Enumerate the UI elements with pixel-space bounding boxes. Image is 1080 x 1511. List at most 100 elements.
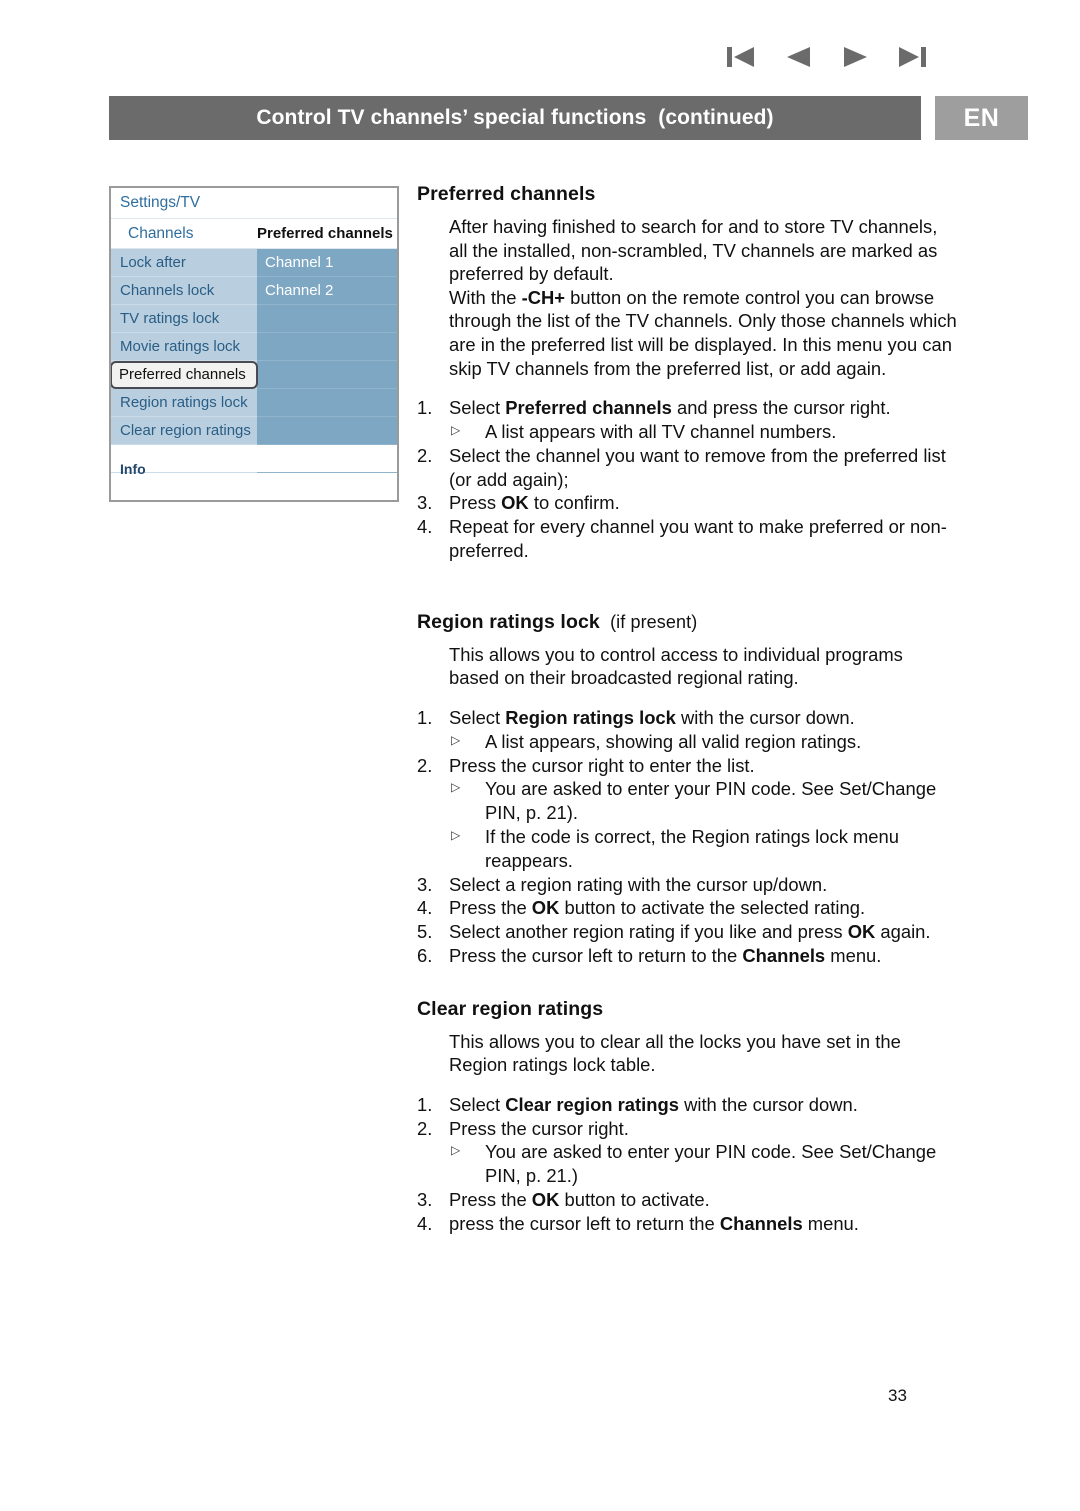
step-text: Press the cursor left to return to the C… xyxy=(449,944,882,966)
step-item: 6. Press the cursor left to return to the… xyxy=(417,944,957,968)
step-item: 3. Press the OK button to activate. xyxy=(417,1188,957,1212)
tv-menu-channel-item[interactable] xyxy=(257,389,397,417)
heading-clear-region-ratings: Clear region ratings xyxy=(417,997,604,1020)
step-item: 2. Press the cursor right. ▷ You are asked … xyxy=(417,1117,957,1188)
triangle-bullet-icon: ▷ xyxy=(451,422,461,437)
triangle-bullet-icon: ▷ xyxy=(451,732,461,747)
step-emphasis: Channels xyxy=(742,944,826,966)
heading-qualifier: (if present) xyxy=(610,611,698,632)
tv-menu-channel-item[interactable] xyxy=(257,361,397,389)
step-text: Select Region ratings lock with the curs… xyxy=(449,706,855,728)
step-item: 3. Press OK to confirm. xyxy=(417,491,957,515)
steps-clear-region-ratings: 1. Select Clear region ratings with the c… xyxy=(417,1093,957,1236)
triangle-bullet-icon: ▷ xyxy=(451,780,461,795)
step-number: 4. xyxy=(417,897,433,919)
step-number: 2. xyxy=(417,1117,433,1139)
previous-page-icon[interactable] xyxy=(779,42,817,72)
tv-menu-right-column-header: Preferred channels xyxy=(257,225,393,242)
step-number: 5. xyxy=(417,921,433,943)
step-emphasis: OK xyxy=(501,492,529,514)
step-number: 4. xyxy=(417,1212,433,1234)
tv-menu-item[interactable]: Lock after xyxy=(111,249,257,277)
substep-text: You are asked to enter your PIN code. Se… xyxy=(485,778,937,824)
paragraph-region-ratings-lock: This allows you to control access to ind… xyxy=(449,643,957,690)
step-sublist: ▷ A list appears, showing all valid regio… xyxy=(449,730,957,754)
step-sublist: ▷ A list appears with all TV channel numb… xyxy=(449,420,957,444)
paragraph-text: After having finished to search for and … xyxy=(449,216,938,285)
triangle-bullet-icon: ▷ xyxy=(451,827,461,842)
tv-menu-channel-item[interactable]: Channel 2 xyxy=(257,277,397,305)
substep-text: A list appears, showing all valid region… xyxy=(485,730,862,752)
substep-text: A list appears with all TV channel numbe… xyxy=(485,420,837,442)
triangle-bullet-icon: ▷ xyxy=(451,1143,461,1158)
tv-menu-item-selected[interactable]: Preferred channels xyxy=(111,361,258,389)
step-item: 4. Press the OK button to activate the se… xyxy=(417,896,957,920)
step-number: 2. xyxy=(417,444,433,466)
step-number: 2. xyxy=(417,754,433,776)
heading-preferred-channels: Preferred channels xyxy=(417,183,596,205)
step-text: Select Preferred channels and press the … xyxy=(449,397,891,419)
tv-menu-right-column: Channel 1 Channel 2 xyxy=(257,249,397,473)
step-text: Press the cursor right. xyxy=(449,1117,629,1139)
tv-menu-channel-item[interactable] xyxy=(257,333,397,361)
heading-region-ratings-lock: Region ratings lock (if present) xyxy=(417,611,957,634)
step-emphasis: Clear region ratings xyxy=(505,1093,679,1115)
tv-menu-item[interactable]: Clear region ratings xyxy=(111,417,257,445)
para2-bold: -CH+ xyxy=(521,286,566,308)
page-title: Control TV channels’ special functions (… xyxy=(256,106,774,129)
skip-to-first-icon[interactable] xyxy=(722,42,760,72)
tv-menu-item[interactable]: Region ratings lock xyxy=(111,389,257,417)
step-item: 1. Select Region ratings lock with the cu… xyxy=(417,706,957,754)
step-text: Select another region rating if you like… xyxy=(449,921,931,943)
para2-pre: With the xyxy=(449,286,522,308)
substep-text: If the code is correct, the Region ratin… xyxy=(485,825,899,871)
step-emphasis: OK xyxy=(847,921,876,943)
step-emphasis: Preferred channels xyxy=(505,397,672,419)
paragraph-text-ch: With the -CH+ button on the remote contr… xyxy=(449,286,957,380)
tv-menu-item[interactable]: Channels lock xyxy=(111,277,257,305)
step-number: 1. xyxy=(417,1093,433,1115)
paragraph-text: This allows you to clear all the locks y… xyxy=(449,1030,901,1076)
tv-menu-column-headers: Channels Preferred channels xyxy=(111,219,397,249)
page-navigation-arrows xyxy=(722,38,932,76)
step-number: 4. xyxy=(417,516,433,538)
step-emphasis: OK xyxy=(531,1189,560,1211)
step-number: 1. xyxy=(417,706,433,728)
substep-item: ▷ You are asked to enter your PIN code. S… xyxy=(449,777,957,825)
step-text: Press OK to confirm. xyxy=(449,492,620,514)
tv-menu-item[interactable]: Movie ratings lock xyxy=(111,333,257,361)
skip-to-last-icon[interactable] xyxy=(894,42,932,72)
step-emphasis: Region ratings lock xyxy=(505,706,676,728)
heading-text: Region ratings lock xyxy=(417,610,600,633)
step-item: 4. Repeat for every channel you want to m… xyxy=(417,515,957,563)
next-page-icon[interactable] xyxy=(837,42,875,72)
step-text: Press the OK button to activate the sele… xyxy=(449,897,866,919)
step-item: 2. Select the channel you want to remove … xyxy=(417,444,957,492)
substep-item: ▷ If the code is correct, the Region rati… xyxy=(449,825,957,873)
document-content: Preferred channels After having finished… xyxy=(417,183,957,1236)
steps-preferred-channels: 1. Select Preferred channels and press th… xyxy=(417,396,957,563)
tv-menu-channel-item[interactable]: Channel 1 xyxy=(257,249,397,277)
tv-menu-illustration: Settings/TV Channels Preferred channels … xyxy=(109,186,399,502)
step-text: Select Clear region ratings with the cur… xyxy=(449,1093,858,1115)
tv-menu-item[interactable]: TV ratings lock xyxy=(111,305,257,333)
step-text: Press the OK button to activate. xyxy=(449,1189,710,1211)
tv-menu-channel-item[interactable] xyxy=(257,445,397,473)
step-item: 5. Select another region rating if you li… xyxy=(417,920,957,944)
substep-item: ▷ A list appears with all TV channel numb… xyxy=(449,420,957,444)
step-text: Press the cursor right to enter the list… xyxy=(449,754,755,776)
step-item: 1. Select Clear region ratings with the c… xyxy=(417,1093,957,1117)
step-item: 1. Select Preferred channels and press th… xyxy=(417,396,957,444)
tv-menu-channel-item[interactable] xyxy=(257,305,397,333)
paragraph-clear-region-ratings: This allows you to clear all the locks y… xyxy=(449,1030,957,1077)
tv-menu-channel-item[interactable] xyxy=(257,417,397,445)
language-badge: EN xyxy=(935,96,1028,140)
tv-menu-left-column: Lock after Channels lock TV ratings lock Mo… xyxy=(111,249,258,473)
step-item: 4. press the cursor left to return the Ch… xyxy=(417,1212,957,1236)
step-number: 6. xyxy=(417,944,433,966)
step-item: 3. Select a region rating with the cursor… xyxy=(417,873,957,897)
step-emphasis: Channels xyxy=(719,1212,803,1234)
paragraph-text: This allows you to control access to ind… xyxy=(449,643,903,689)
step-text: Select a region rating with the cursor u… xyxy=(449,873,828,895)
step-text: press the cursor left to return the Chan… xyxy=(449,1212,859,1234)
